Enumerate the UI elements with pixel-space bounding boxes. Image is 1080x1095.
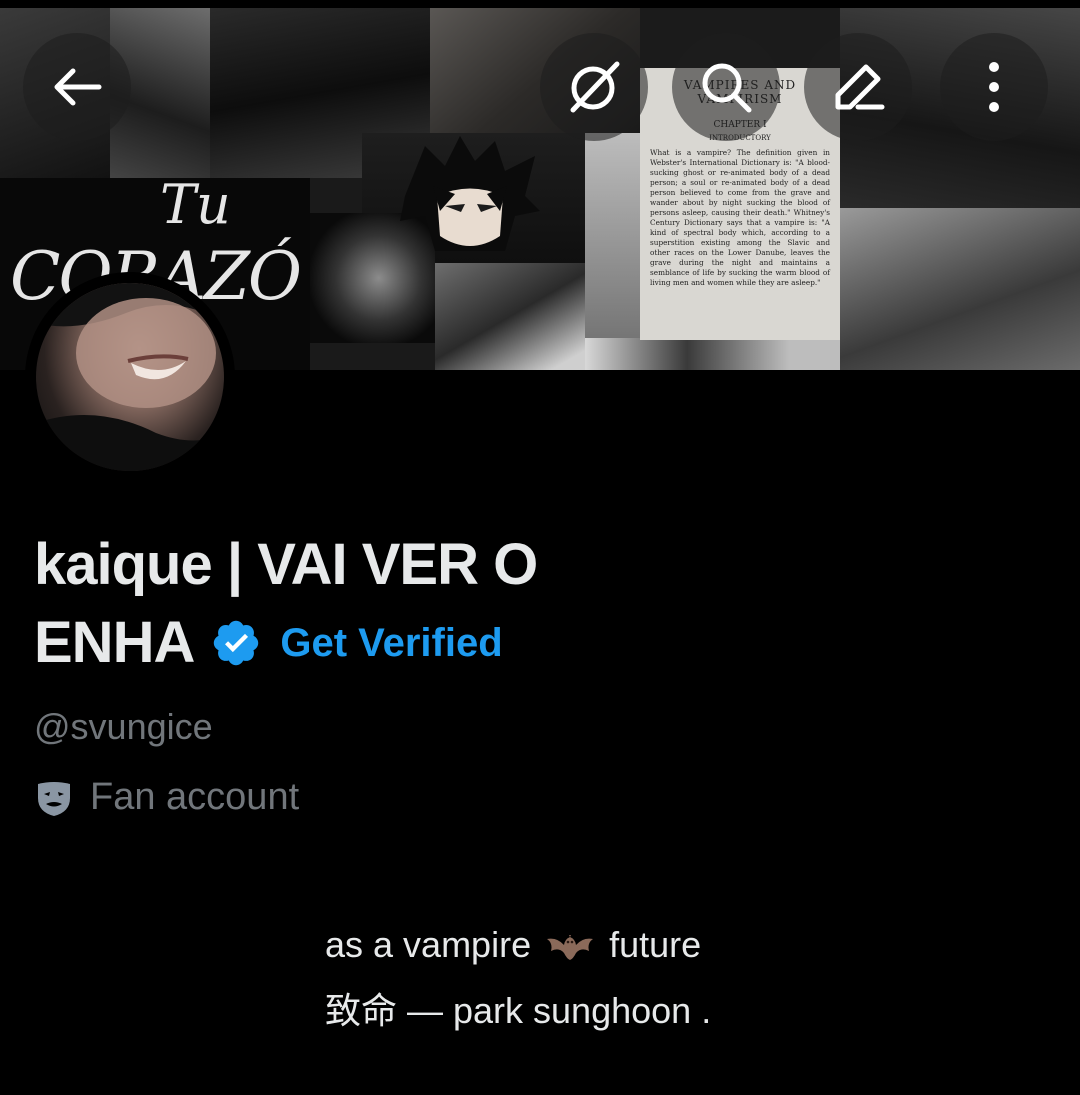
profile-category: Fan account [34,776,299,819]
verified-badge-icon[interactable] [210,617,262,669]
get-verified-link[interactable]: Get Verified [280,604,502,682]
display-name-line-1: kaique | VAI VER O [34,532,538,597]
grok-icon [570,61,620,113]
banner-tile [585,338,840,370]
banner-tile [435,263,585,370]
book-text: What is a vampire? The definition given … [650,148,830,287]
edit-icon [835,64,885,110]
gothic-line-1: Tu [160,173,231,236]
bat-emoji-icon [547,931,594,960]
search-button[interactable] [672,33,780,141]
username-handle: @svungice [34,706,213,747]
search-icon [702,63,752,113]
profile-avatar[interactable] [25,272,235,482]
category-label: Fan account [90,776,300,818]
bio-line-1: as a vampire future [325,912,711,978]
bio-text: as a vampire [325,924,532,965]
back-button[interactable] [23,33,131,141]
display-name-row-2: ENHA Get Verified [34,604,1014,682]
theater-masks-icon [38,781,70,816]
grok-button[interactable] [540,33,648,141]
profile-bio: as a vampire future 致命 — park sunghoon . [325,912,711,1044]
more-vertical-icon [989,62,999,112]
bio-text: future [609,924,702,965]
avatar-photo [36,283,224,471]
bio-line-2: 致命 — park sunghoon . [325,990,712,1031]
display-name: kaique | VAI VER O ENHA Get Verified [34,526,1014,682]
more-options-button[interactable] [940,33,1048,141]
banner-tile [840,208,1080,370]
edit-profile-button[interactable] [804,33,912,141]
banner-tile [585,133,640,370]
display-name-line-2: ENHA [34,610,195,675]
anime-character-illustration [400,136,540,251]
back-arrow-icon [54,68,102,106]
